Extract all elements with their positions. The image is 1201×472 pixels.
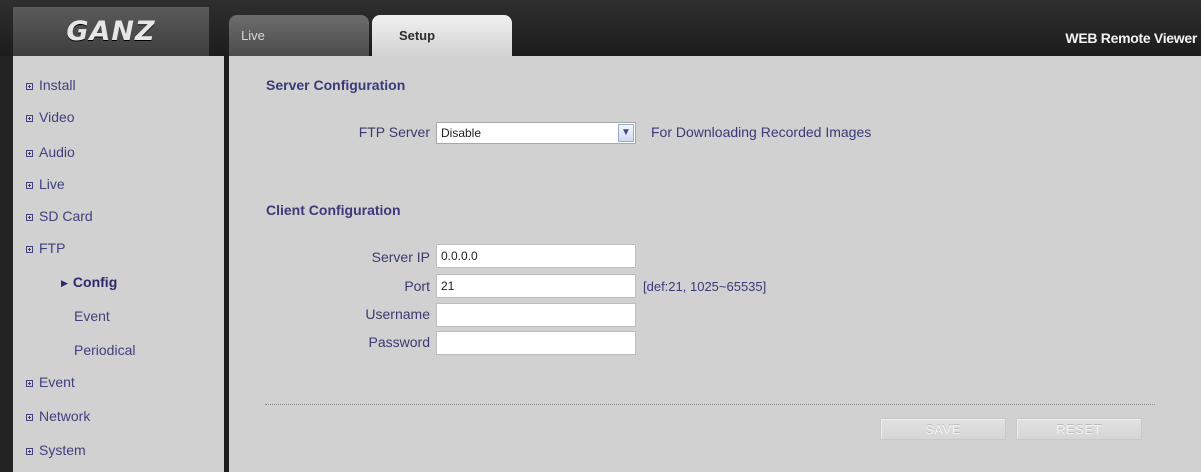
tab-setup[interactable]: Setup (372, 15, 512, 56)
sidebar-subitem-config[interactable]: ▶ Config (61, 272, 117, 292)
save-button[interactable]: SAVE (880, 418, 1006, 440)
expand-icon (26, 246, 33, 253)
separator (265, 404, 1155, 405)
sidebar-item-label: FTP (39, 240, 66, 256)
logo-text: GANZ (66, 16, 156, 47)
password-input[interactable] (436, 331, 636, 355)
sidebar-item-label: Network (39, 408, 91, 424)
expand-icon (26, 115, 33, 122)
expand-icon (26, 182, 33, 189)
sidebar-item-label: SD Card (39, 208, 93, 224)
client-config-title: Client Configuration (266, 202, 401, 218)
sidebar-item-label: Audio (39, 144, 75, 160)
sidebar-item-ftp[interactable]: FTP (26, 238, 65, 258)
sidebar-item-label: Event (39, 374, 75, 390)
expand-icon (26, 414, 33, 421)
tab-live[interactable]: Live (229, 15, 369, 56)
sidebar-subitem-label: Config (72, 274, 118, 290)
top-bar: GANZ Live Setup WEB Remote Viewer (0, 0, 1201, 56)
sidebar-item-label: Install (39, 77, 76, 93)
logo: GANZ (13, 7, 209, 56)
port-input[interactable] (436, 274, 636, 298)
chevron-down-icon[interactable]: ▼ (618, 124, 634, 142)
ftp-server-value: Disable (441, 126, 482, 140)
ftp-server-hint: For Downloading Recorded Images (651, 124, 872, 140)
sidebar-item-system[interactable]: System (26, 440, 86, 460)
username-input[interactable] (436, 303, 636, 327)
app-title: WEB Remote Viewer (1065, 30, 1197, 46)
tab-setup-label: Setup (398, 28, 436, 43)
port-label: Port (404, 278, 430, 294)
arrow-right-icon: ▶ (61, 278, 68, 288)
sidebar-item-network[interactable]: Network (26, 406, 90, 426)
server-ip-input[interactable] (436, 244, 636, 268)
sidebar-subitem-periodical[interactable]: Periodical (74, 340, 135, 360)
sidebar-subitem-label: Event (74, 308, 110, 324)
ftp-server-select[interactable]: Disable ▼ (436, 122, 636, 144)
sidebar-item-label: Live (39, 176, 65, 192)
reset-button[interactable]: RESET (1016, 418, 1142, 440)
server-config-title: Server Configuration (266, 77, 406, 93)
sidebar-item-label: System (39, 442, 86, 458)
sidebar-item-live[interactable]: Live (26, 174, 65, 194)
sidebar-item-sd-card[interactable]: SD Card (26, 206, 93, 226)
sidebar-subitem-label: Periodical (74, 342, 136, 358)
sidebar-item-event[interactable]: Event (26, 372, 75, 392)
sidebar-item-video[interactable]: Video (26, 107, 75, 127)
left-frame (0, 56, 13, 472)
server-ip-label: Server IP (371, 249, 430, 265)
sidebar-subitem-event[interactable]: Event (74, 306, 110, 326)
sidebar: Install Video Audio Live SD Card FTP ▶ Co… (13, 56, 224, 472)
tab-live-label: Live (241, 28, 265, 43)
port-hint: [def:21, 1025~65535] (643, 279, 767, 294)
ftp-server-label: FTP Server (358, 124, 430, 140)
username-label: Username (365, 306, 430, 322)
expand-icon (26, 150, 33, 157)
sidebar-item-label: Video (39, 109, 75, 125)
expand-icon (26, 83, 33, 90)
expand-icon (26, 380, 33, 387)
expand-icon (26, 448, 33, 455)
password-label: Password (368, 334, 430, 350)
sidebar-item-install[interactable]: Install (26, 75, 76, 95)
sidebar-item-audio[interactable]: Audio (26, 142, 75, 162)
expand-icon (26, 214, 33, 221)
